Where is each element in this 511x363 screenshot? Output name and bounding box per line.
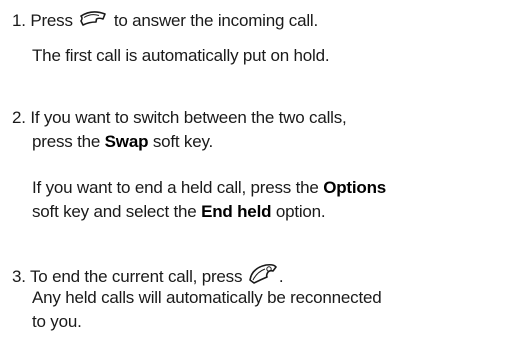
step3-number: 3. [12, 267, 26, 286]
step3-line2: Any held calls will automatically be rec… [32, 288, 382, 307]
step2-number: 2. [12, 108, 26, 127]
step3-text-before-icon: To end the current call, press [30, 267, 243, 286]
step2-line2-post: soft key. [152, 132, 214, 151]
send-call-icon [78, 8, 108, 37]
step1-text-after-icon: to answer the incoming call. [113, 11, 319, 30]
step2-line2: press the Swap soft key. [32, 130, 213, 154]
step3-line3: to you. [32, 312, 82, 331]
step2-para2-line2-pre: soft key and select the [32, 202, 197, 221]
step1-line1: 1. Press to answer the incoming call. [12, 8, 318, 37]
instruction-document: 1. Press to answer the incoming call. Th… [0, 0, 511, 363]
step2-para2-line1: If you want to end a held call, press th… [32, 176, 386, 200]
step2-para2-line2: soft key and select the End held option. [32, 200, 326, 224]
step1-text-before-icon: Press [30, 11, 73, 30]
step3-text-after-icon: . [278, 267, 284, 286]
step2-para2-line1-pre: If you want to end a held call, press th… [32, 178, 319, 197]
step1-number: 1. [12, 11, 26, 30]
step2-line2-pre: press the [32, 132, 101, 151]
step2-line1-text: If you want to switch between the two ca… [30, 108, 347, 127]
step1-line2: The first call is automatically put on h… [32, 46, 330, 65]
swap-softkey-label: Swap [104, 132, 149, 151]
end-held-option-label: End held [201, 202, 272, 221]
step2-para2-line2-post: option. [275, 202, 326, 221]
options-softkey-label: Options [323, 178, 387, 197]
step2-line1: 2. If you want to switch between the two… [12, 106, 347, 130]
